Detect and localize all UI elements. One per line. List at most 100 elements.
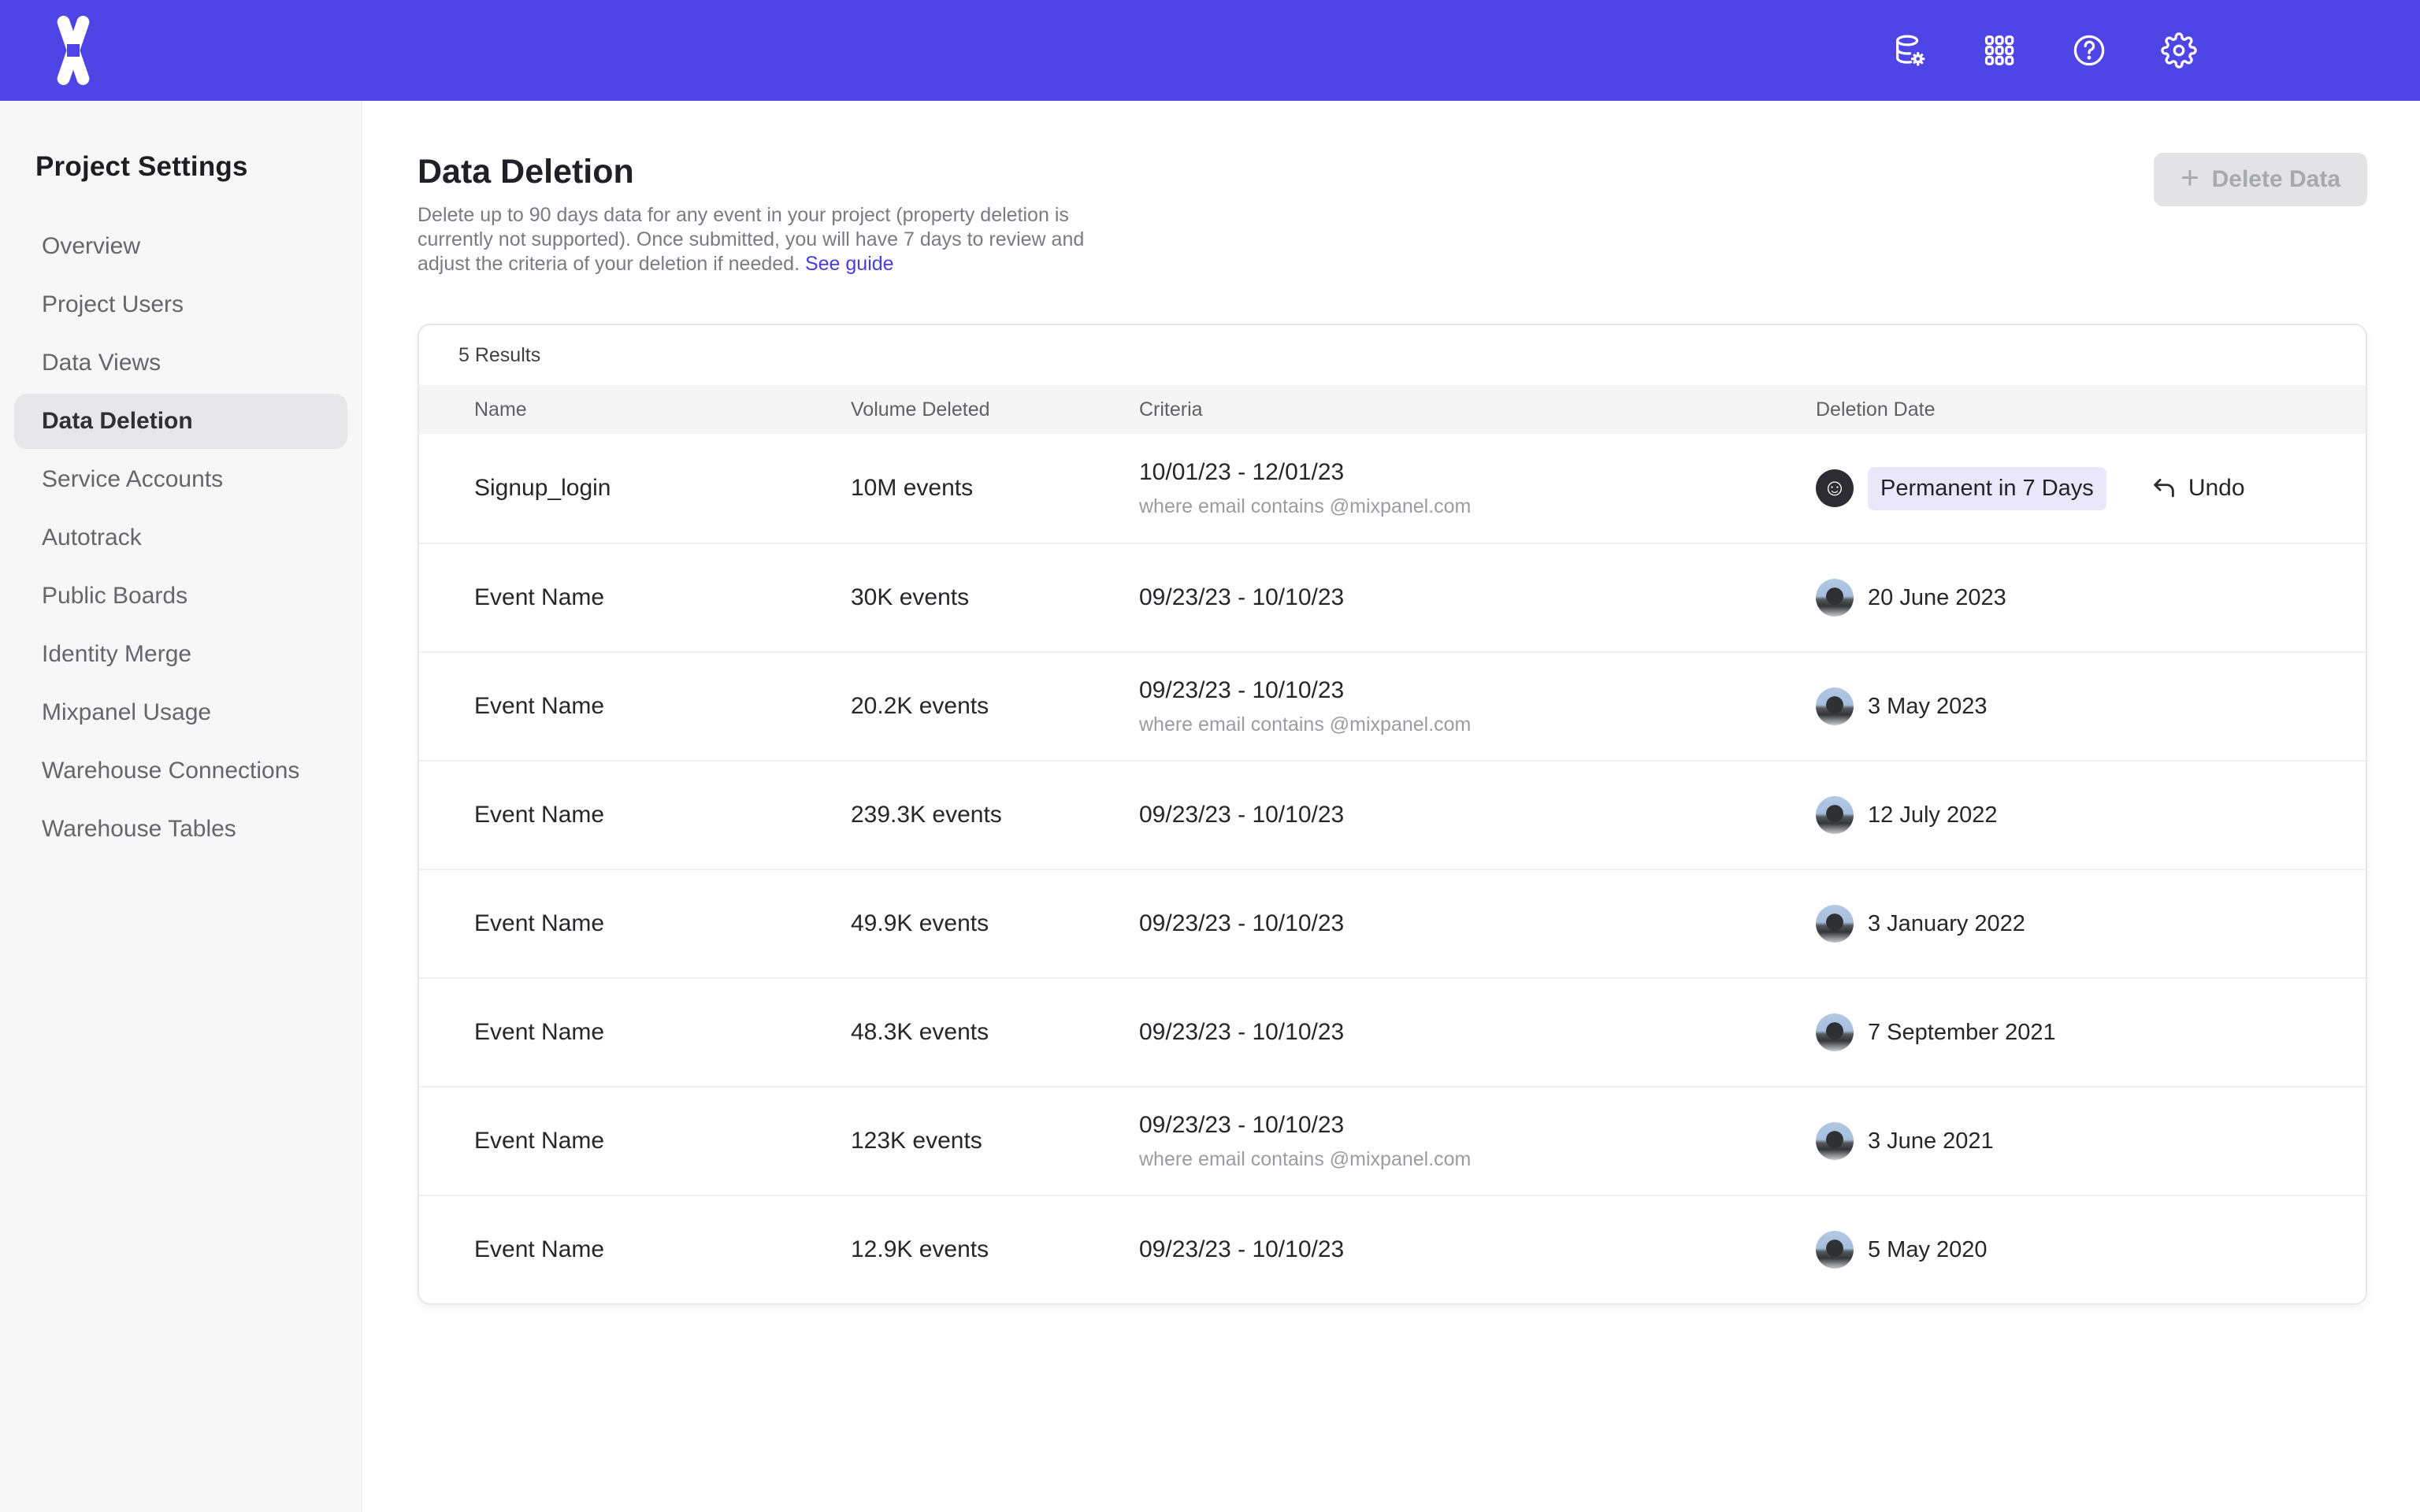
row-name: Event Name xyxy=(474,584,851,611)
criteria-date-range: 09/23/23 - 10/10/23 xyxy=(1139,1112,1816,1139)
deletion-date-text: 20 June 2023 xyxy=(1868,585,2006,611)
sidebar-item[interactable]: Warehouse Connections xyxy=(14,743,347,799)
logo-notch xyxy=(67,44,80,57)
row-name: Event Name xyxy=(474,1019,851,1046)
page-header: Data Deletion Delete up to 90 days data … xyxy=(418,151,2367,276)
criteria-filter: where email contains @mixpanel.com xyxy=(1139,1148,1816,1171)
row-deletion-date: 5 May 2020 xyxy=(1816,1231,2334,1269)
undo-label: Undo xyxy=(2188,475,2245,502)
apps-grid-icon xyxy=(1981,32,2017,69)
help-icon xyxy=(2071,32,2107,69)
sidebar-nav: Overview Project Users Data Views Data D… xyxy=(0,219,362,857)
column-header: Volume Deleted xyxy=(851,398,1139,421)
data-management-icon xyxy=(1891,32,1928,69)
criteria-filter: where email contains @mixpanel.com xyxy=(1139,495,1816,518)
row-deletion-date: Permanent in 7 Days Undo xyxy=(1816,467,2334,510)
data-management-button[interactable] xyxy=(1891,32,1928,69)
row-deletion-date: 12 July 2022 xyxy=(1816,796,2334,834)
row-criteria: 10/01/23 - 12/01/23 where email contains… xyxy=(1139,459,1816,518)
sidebar-item[interactable]: Data Deletion xyxy=(14,394,347,449)
row-volume-deleted: 12.9K events xyxy=(851,1236,1139,1263)
sidebar-item[interactable]: Identity Merge xyxy=(14,627,347,682)
sidebar-item-label: Mixpanel Usage xyxy=(42,699,211,726)
see-guide-link[interactable]: See guide xyxy=(805,253,894,275)
row-deletion-date: 7 September 2021 xyxy=(1816,1014,2334,1051)
user-avatar xyxy=(1816,1231,1854,1269)
row-volume-deleted: 239.3K events xyxy=(851,802,1139,828)
results-count: 5 Results xyxy=(419,325,2366,385)
sidebar-title: Project Settings xyxy=(35,151,362,183)
deletion-date-text: 12 July 2022 xyxy=(1868,802,1997,828)
sidebar-item[interactable]: Warehouse Tables xyxy=(14,802,347,857)
row-name: Event Name xyxy=(474,1236,851,1263)
row-volume-deleted: 20.2K events xyxy=(851,693,1139,720)
sidebar-item[interactable]: Project Users xyxy=(14,277,347,332)
user-avatar xyxy=(1816,687,1854,725)
column-header: Deletion Date xyxy=(1816,398,2334,421)
row-name: Event Name xyxy=(474,693,851,720)
sidebar: Project Settings Overview Project Users … xyxy=(0,101,362,1512)
app: Project Settings Overview Project Users … xyxy=(0,0,2420,1512)
sidebar-item-label: Warehouse Connections xyxy=(42,758,299,784)
page-header-text: Data Deletion Delete up to 90 days data … xyxy=(418,151,1115,276)
deletion-date-text: 3 January 2022 xyxy=(1868,911,2025,937)
settings-button[interactable] xyxy=(2160,32,2198,69)
column-header: Name xyxy=(474,398,851,421)
deletion-date-text: 7 September 2021 xyxy=(1868,1020,2056,1046)
undo-icon xyxy=(2151,475,2177,502)
row-criteria: 09/23/23 - 10/10/23 where email contains… xyxy=(1139,677,1816,736)
row-deletion-date: 3 May 2023 xyxy=(1816,687,2334,725)
sidebar-item-label: Warehouse Tables xyxy=(42,816,236,843)
row-criteria: 09/23/23 - 10/10/23 xyxy=(1139,910,1816,937)
help-button[interactable] xyxy=(2070,32,2108,69)
sidebar-item-label: Public Boards xyxy=(42,583,187,610)
table-row: Event Name 48.3K events 09/23/23 - 10/10… xyxy=(419,977,2366,1086)
permanent-status-badge: Permanent in 7 Days xyxy=(1868,467,2106,510)
criteria-date-range: 09/23/23 - 10/10/23 xyxy=(1139,802,1816,828)
sidebar-item[interactable]: Service Accounts xyxy=(14,452,347,507)
table-body: Signup_login 10M events 10/01/23 - 12/01… xyxy=(419,434,2366,1303)
apps-grid-button[interactable] xyxy=(1980,32,2018,69)
delete-data-button[interactable]: + Delete Data xyxy=(2154,153,2367,206)
table-row: Signup_login 10M events 10/01/23 - 12/01… xyxy=(419,434,2366,543)
sidebar-item[interactable]: Mixpanel Usage xyxy=(14,685,347,740)
mixpanel-logo-icon[interactable] xyxy=(50,14,96,87)
row-name: Signup_login xyxy=(474,475,851,502)
page-title: Data Deletion xyxy=(418,151,1115,192)
user-avatar xyxy=(1816,1122,1854,1160)
sidebar-item-label: Project Users xyxy=(42,291,184,318)
row-criteria: 09/23/23 - 10/10/23 xyxy=(1139,1236,1816,1263)
sidebar-item-label: Service Accounts xyxy=(42,466,223,493)
deletion-date-text: 5 May 2020 xyxy=(1868,1237,1988,1263)
user-avatar xyxy=(1816,1014,1854,1051)
row-criteria: 09/23/23 - 10/10/23 xyxy=(1139,1019,1816,1046)
sidebar-item-label: Autotrack xyxy=(42,524,142,551)
criteria-date-range: 09/23/23 - 10/10/23 xyxy=(1139,677,1816,704)
row-deletion-date: 20 June 2023 xyxy=(1816,579,2334,617)
row-name: Event Name xyxy=(474,1128,851,1154)
row-name: Event Name xyxy=(474,910,851,937)
table-row: Event Name 20.2K events 09/23/23 - 10/10… xyxy=(419,651,2366,760)
table-row: Event Name 12.9K events 09/23/23 - 10/10… xyxy=(419,1195,2366,1303)
sidebar-item[interactable]: Public Boards xyxy=(14,569,347,624)
row-volume-deleted: 10M events xyxy=(851,475,1139,502)
top-bar xyxy=(0,0,2420,101)
sidebar-item[interactable]: Autotrack xyxy=(14,510,347,565)
row-criteria: 09/23/23 - 10/10/23 where email contains… xyxy=(1139,1112,1816,1171)
deletion-table-card: 5 Results Name Volume Deleted Criteria D… xyxy=(418,324,2367,1305)
table-row: Event Name 30K events 09/23/23 - 10/10/2… xyxy=(419,543,2366,651)
sidebar-item-label: Data Deletion xyxy=(42,408,193,435)
criteria-date-range: 09/23/23 - 10/10/23 xyxy=(1139,1236,1816,1263)
criteria-date-range: 09/23/23 - 10/10/23 xyxy=(1139,1019,1816,1046)
sidebar-item[interactable]: Overview xyxy=(14,219,347,274)
user-avatar xyxy=(1816,905,1854,943)
sidebar-item[interactable]: Data Views xyxy=(14,335,347,391)
table-header-row: Name Volume Deleted Criteria Deletion Da… xyxy=(419,385,2366,434)
undo-button[interactable]: Undo xyxy=(2151,475,2245,502)
table-row: Event Name 239.3K events 09/23/23 - 10/1… xyxy=(419,760,2366,869)
row-volume-deleted: 123K events xyxy=(851,1128,1139,1154)
delete-data-label: Delete Data xyxy=(2212,166,2340,193)
column-header: Criteria xyxy=(1139,398,1816,421)
criteria-date-range: 09/23/23 - 10/10/23 xyxy=(1139,584,1816,611)
deletion-date-text: 3 May 2023 xyxy=(1868,694,1988,720)
